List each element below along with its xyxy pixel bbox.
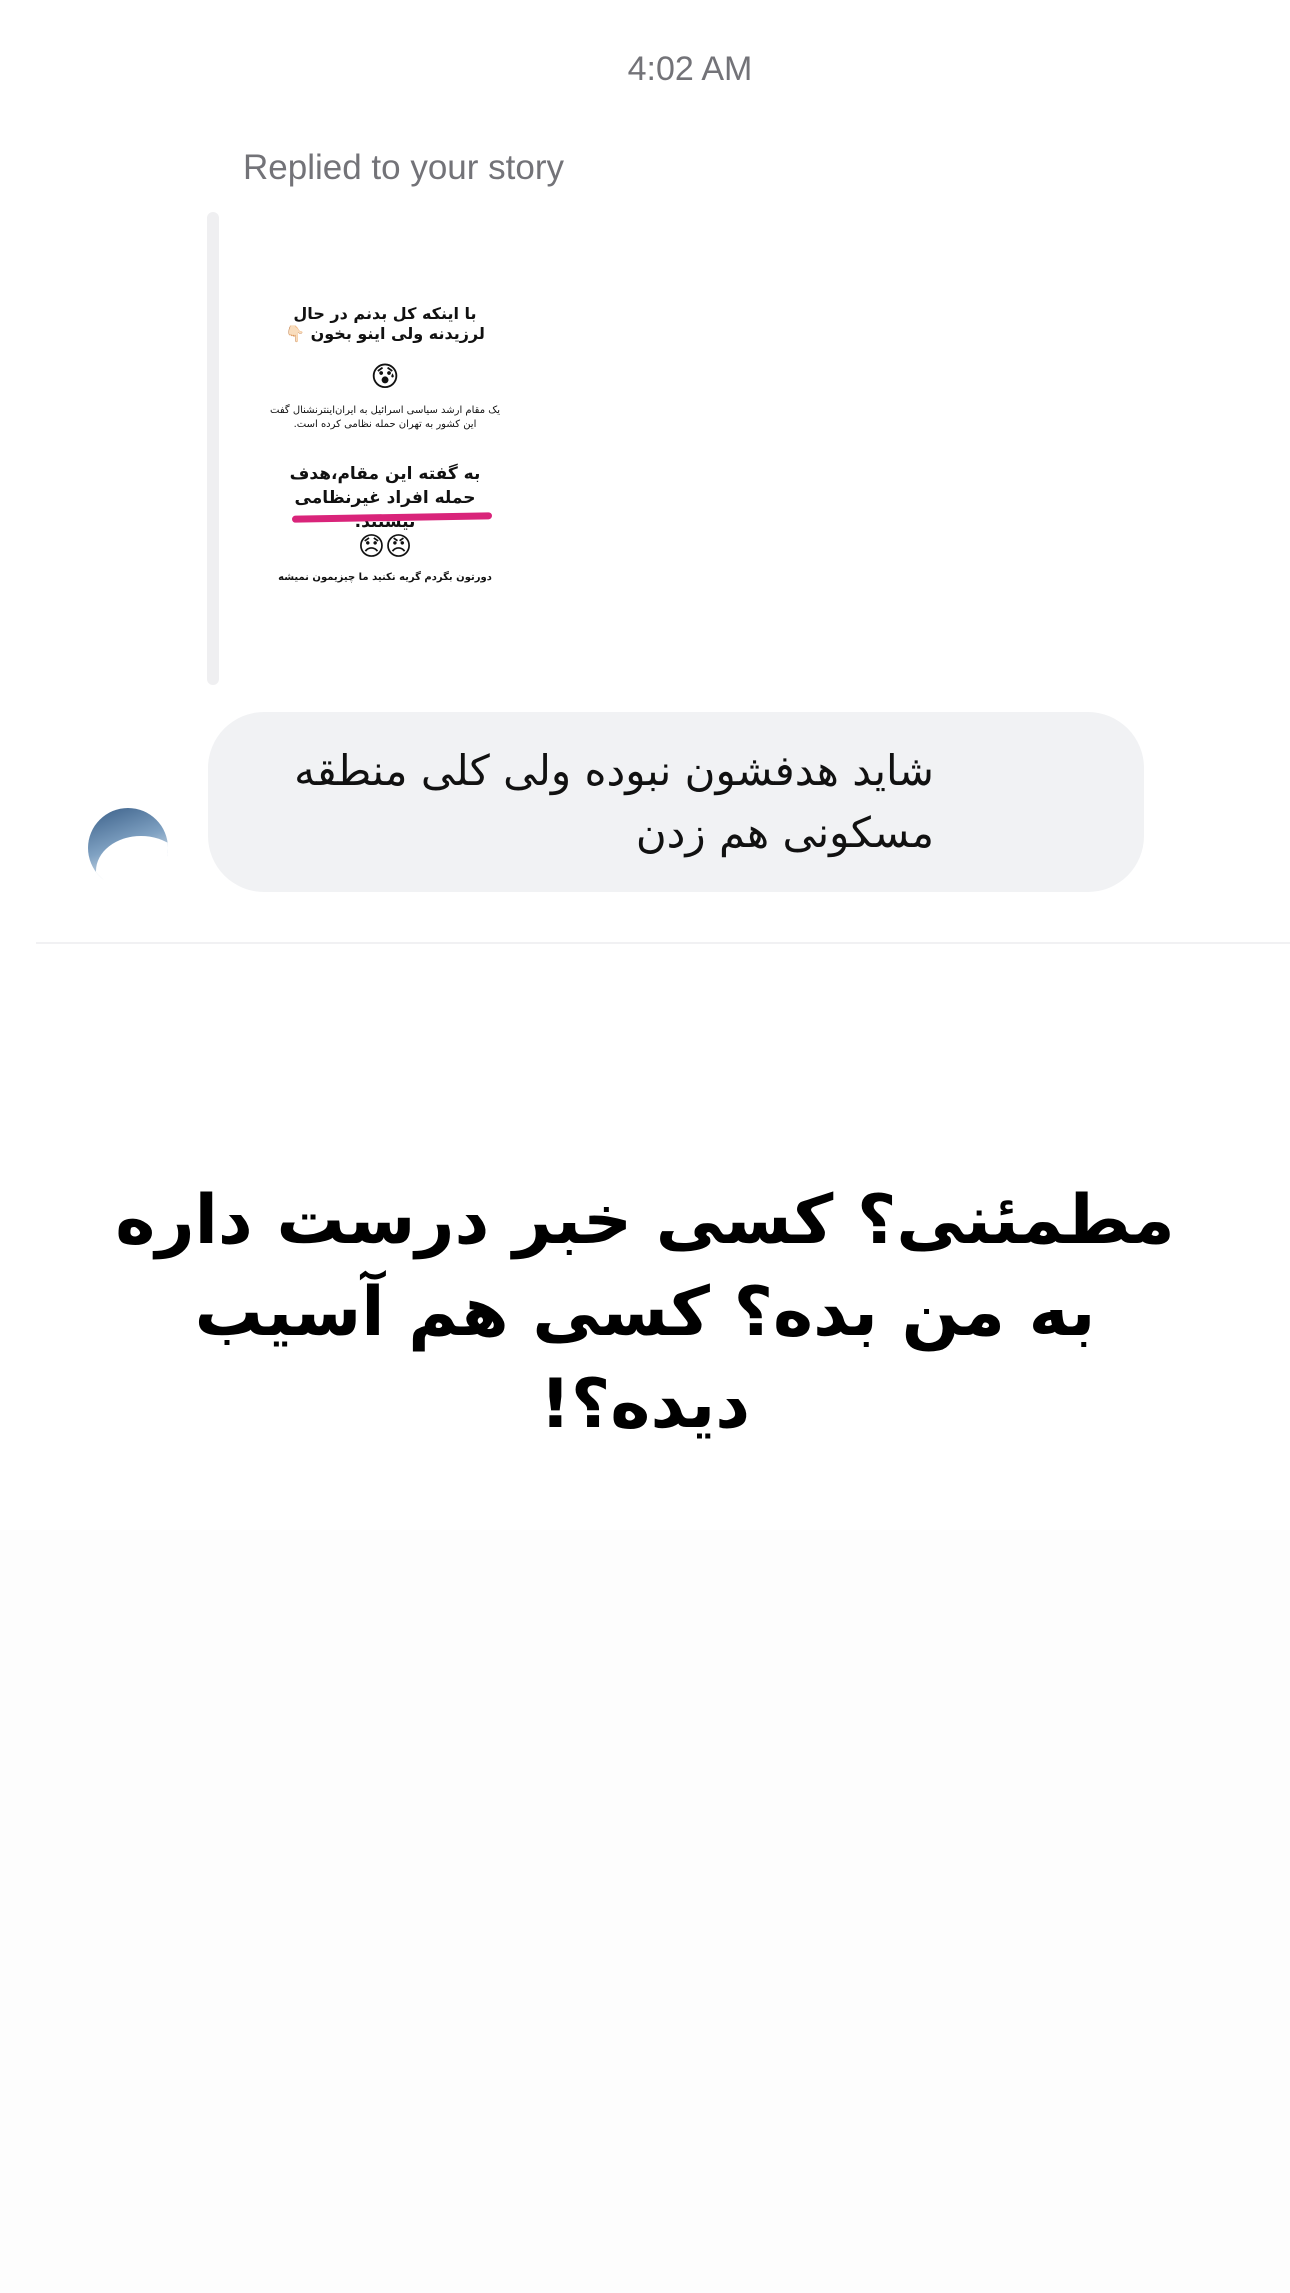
reply-indicator-bar <box>207 212 219 685</box>
story-text-line-4: دورتون بگردم گریه نکنید ما چیزیمون نمیشه <box>278 572 492 583</box>
story-text-line-3: به گفته این مقام،هدف حمله افراد غیرنظامی… <box>289 464 481 532</box>
story-text-line-2: یک مقام ارشد سیاسی اسرائیل به ایران‌اینت… <box>270 405 500 430</box>
story-background <box>0 1530 1290 2293</box>
story-text-line-1: با اینکه کل بدنم در حال لرزیدنه ولی اینو… <box>285 304 485 343</box>
story-reply-caption: Replied to your story <box>243 148 564 187</box>
sender-avatar[interactable] <box>88 808 168 888</box>
section-divider <box>36 942 1290 944</box>
story-emoji-sad: 😠😞 <box>357 532 413 562</box>
message-timestamp: 4:02 AM <box>627 50 753 88</box>
message-bubble[interactable]: شاید هدفشون نبوده ولی کلی منطقه مسکونی ه… <box>208 712 1144 892</box>
story-preview-thumbnail[interactable]: با اینکه کل بدنم در حال لرزیدنه ولی اینو… <box>240 212 530 682</box>
story-overlay-text: مطمئنی؟ کسی خبر درست داره به من بده؟ کسی… <box>115 1181 1175 1444</box>
story-emoji-anxious: 😰 <box>370 360 400 393</box>
message-text: شاید هدفشون نبوده ولی کلی منطقه مسکونی ه… <box>294 746 934 857</box>
